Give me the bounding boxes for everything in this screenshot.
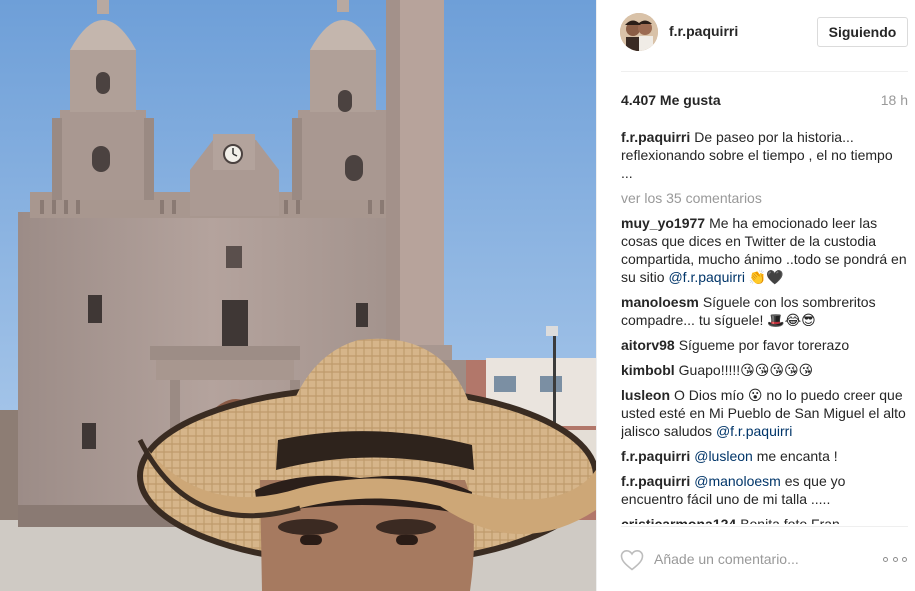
instagram-post: f.r.paquirri Siguiendo 4.407 Me gusta 18… bbox=[0, 0, 915, 591]
more-options-dot bbox=[902, 556, 907, 562]
comment-item: kimbobl Guapo!!!!!😘😘😘😘😘 bbox=[621, 361, 908, 379]
post-timestamp[interactable]: 18 h bbox=[881, 92, 908, 108]
comment-text: Sígueme por favor torerazo bbox=[678, 337, 850, 353]
more-options-dot bbox=[883, 556, 888, 562]
comment-mention[interactable]: @lusleon bbox=[694, 448, 753, 464]
comment-text: Guapo!!!!! bbox=[678, 362, 741, 378]
caption-username[interactable]: f.r.paquirri bbox=[621, 129, 690, 145]
comment-item: aitorv98 Sígueme por favor torerazo bbox=[621, 336, 908, 354]
post-caption: f.r.paquirri De paseo por la historia... … bbox=[621, 128, 908, 182]
footer-divider bbox=[621, 526, 908, 527]
post-header: f.r.paquirri Siguiendo bbox=[597, 0, 915, 72]
post-author-username[interactable]: f.r.paquirri bbox=[669, 23, 738, 39]
post-photo-image bbox=[0, 0, 596, 591]
more-options-dot bbox=[892, 556, 898, 562]
comment-emoji: 😘😘😘😘😘 bbox=[740, 362, 814, 378]
heart-icon-graphic bbox=[620, 549, 644, 571]
comment-emoji: 👏🖤 bbox=[748, 269, 784, 285]
comment-username[interactable]: kimbobl bbox=[621, 362, 675, 378]
add-comment-input[interactable] bbox=[654, 548, 854, 570]
comment-composer bbox=[597, 526, 915, 591]
comment-mention[interactable]: @f.r.paquirri bbox=[716, 423, 792, 439]
post-photo[interactable] bbox=[0, 0, 596, 591]
comment-username[interactable]: aitorv98 bbox=[621, 337, 675, 353]
comments-list[interactable]: f.r.paquirri De paseo por la historia... … bbox=[621, 128, 908, 524]
likes-row: 4.407 Me gusta 18 h bbox=[621, 91, 908, 111]
header-divider bbox=[621, 71, 908, 72]
comment-text: Bonita foto Fran bbox=[740, 516, 840, 524]
comment-text-after: me encanta ! bbox=[752, 448, 838, 464]
avatar-image bbox=[620, 13, 658, 51]
comment-mention[interactable]: @f.r.paquirri bbox=[668, 269, 744, 285]
comment-item: f.r.paquirri @manoloesm es que yo encuent… bbox=[621, 472, 908, 508]
comment-item: lusleon O Dios mío 😮 no lo puedo creer qu… bbox=[621, 386, 908, 440]
following-button[interactable]: Siguiendo bbox=[817, 17, 908, 47]
comment-username[interactable]: f.r.paquirri bbox=[621, 473, 690, 489]
comment-username[interactable]: manoloesm bbox=[621, 294, 699, 310]
comment-username[interactable]: cristicarmona124 bbox=[621, 516, 736, 524]
heart-icon[interactable] bbox=[620, 549, 644, 571]
view-all-comments-link[interactable]: ver los 35 comentarios bbox=[621, 189, 908, 207]
comment-username[interactable]: lusleon bbox=[621, 387, 670, 403]
more-options-icon[interactable] bbox=[883, 550, 907, 568]
comment-username[interactable]: f.r.paquirri bbox=[621, 448, 690, 464]
comment-item: cristicarmona124 Bonita foto Fran bbox=[621, 515, 908, 524]
comment-item: muy_yo1977 Me ha emocionado leer las cosa… bbox=[621, 214, 908, 286]
comment-mention[interactable]: @manoloesm bbox=[694, 473, 781, 489]
post-sidebar: f.r.paquirri Siguiendo 4.407 Me gusta 18… bbox=[596, 0, 915, 591]
avatar[interactable] bbox=[620, 13, 658, 51]
comment-username[interactable]: muy_yo1977 bbox=[621, 215, 705, 231]
comment-item: manoloesm Síguele con los sombreritos com… bbox=[621, 293, 908, 329]
comment-emoji: 🎩😂😎 bbox=[767, 312, 816, 328]
likes-count[interactable]: 4.407 Me gusta bbox=[621, 92, 721, 108]
comment-item: f.r.paquirri @lusleon me encanta ! bbox=[621, 447, 908, 465]
